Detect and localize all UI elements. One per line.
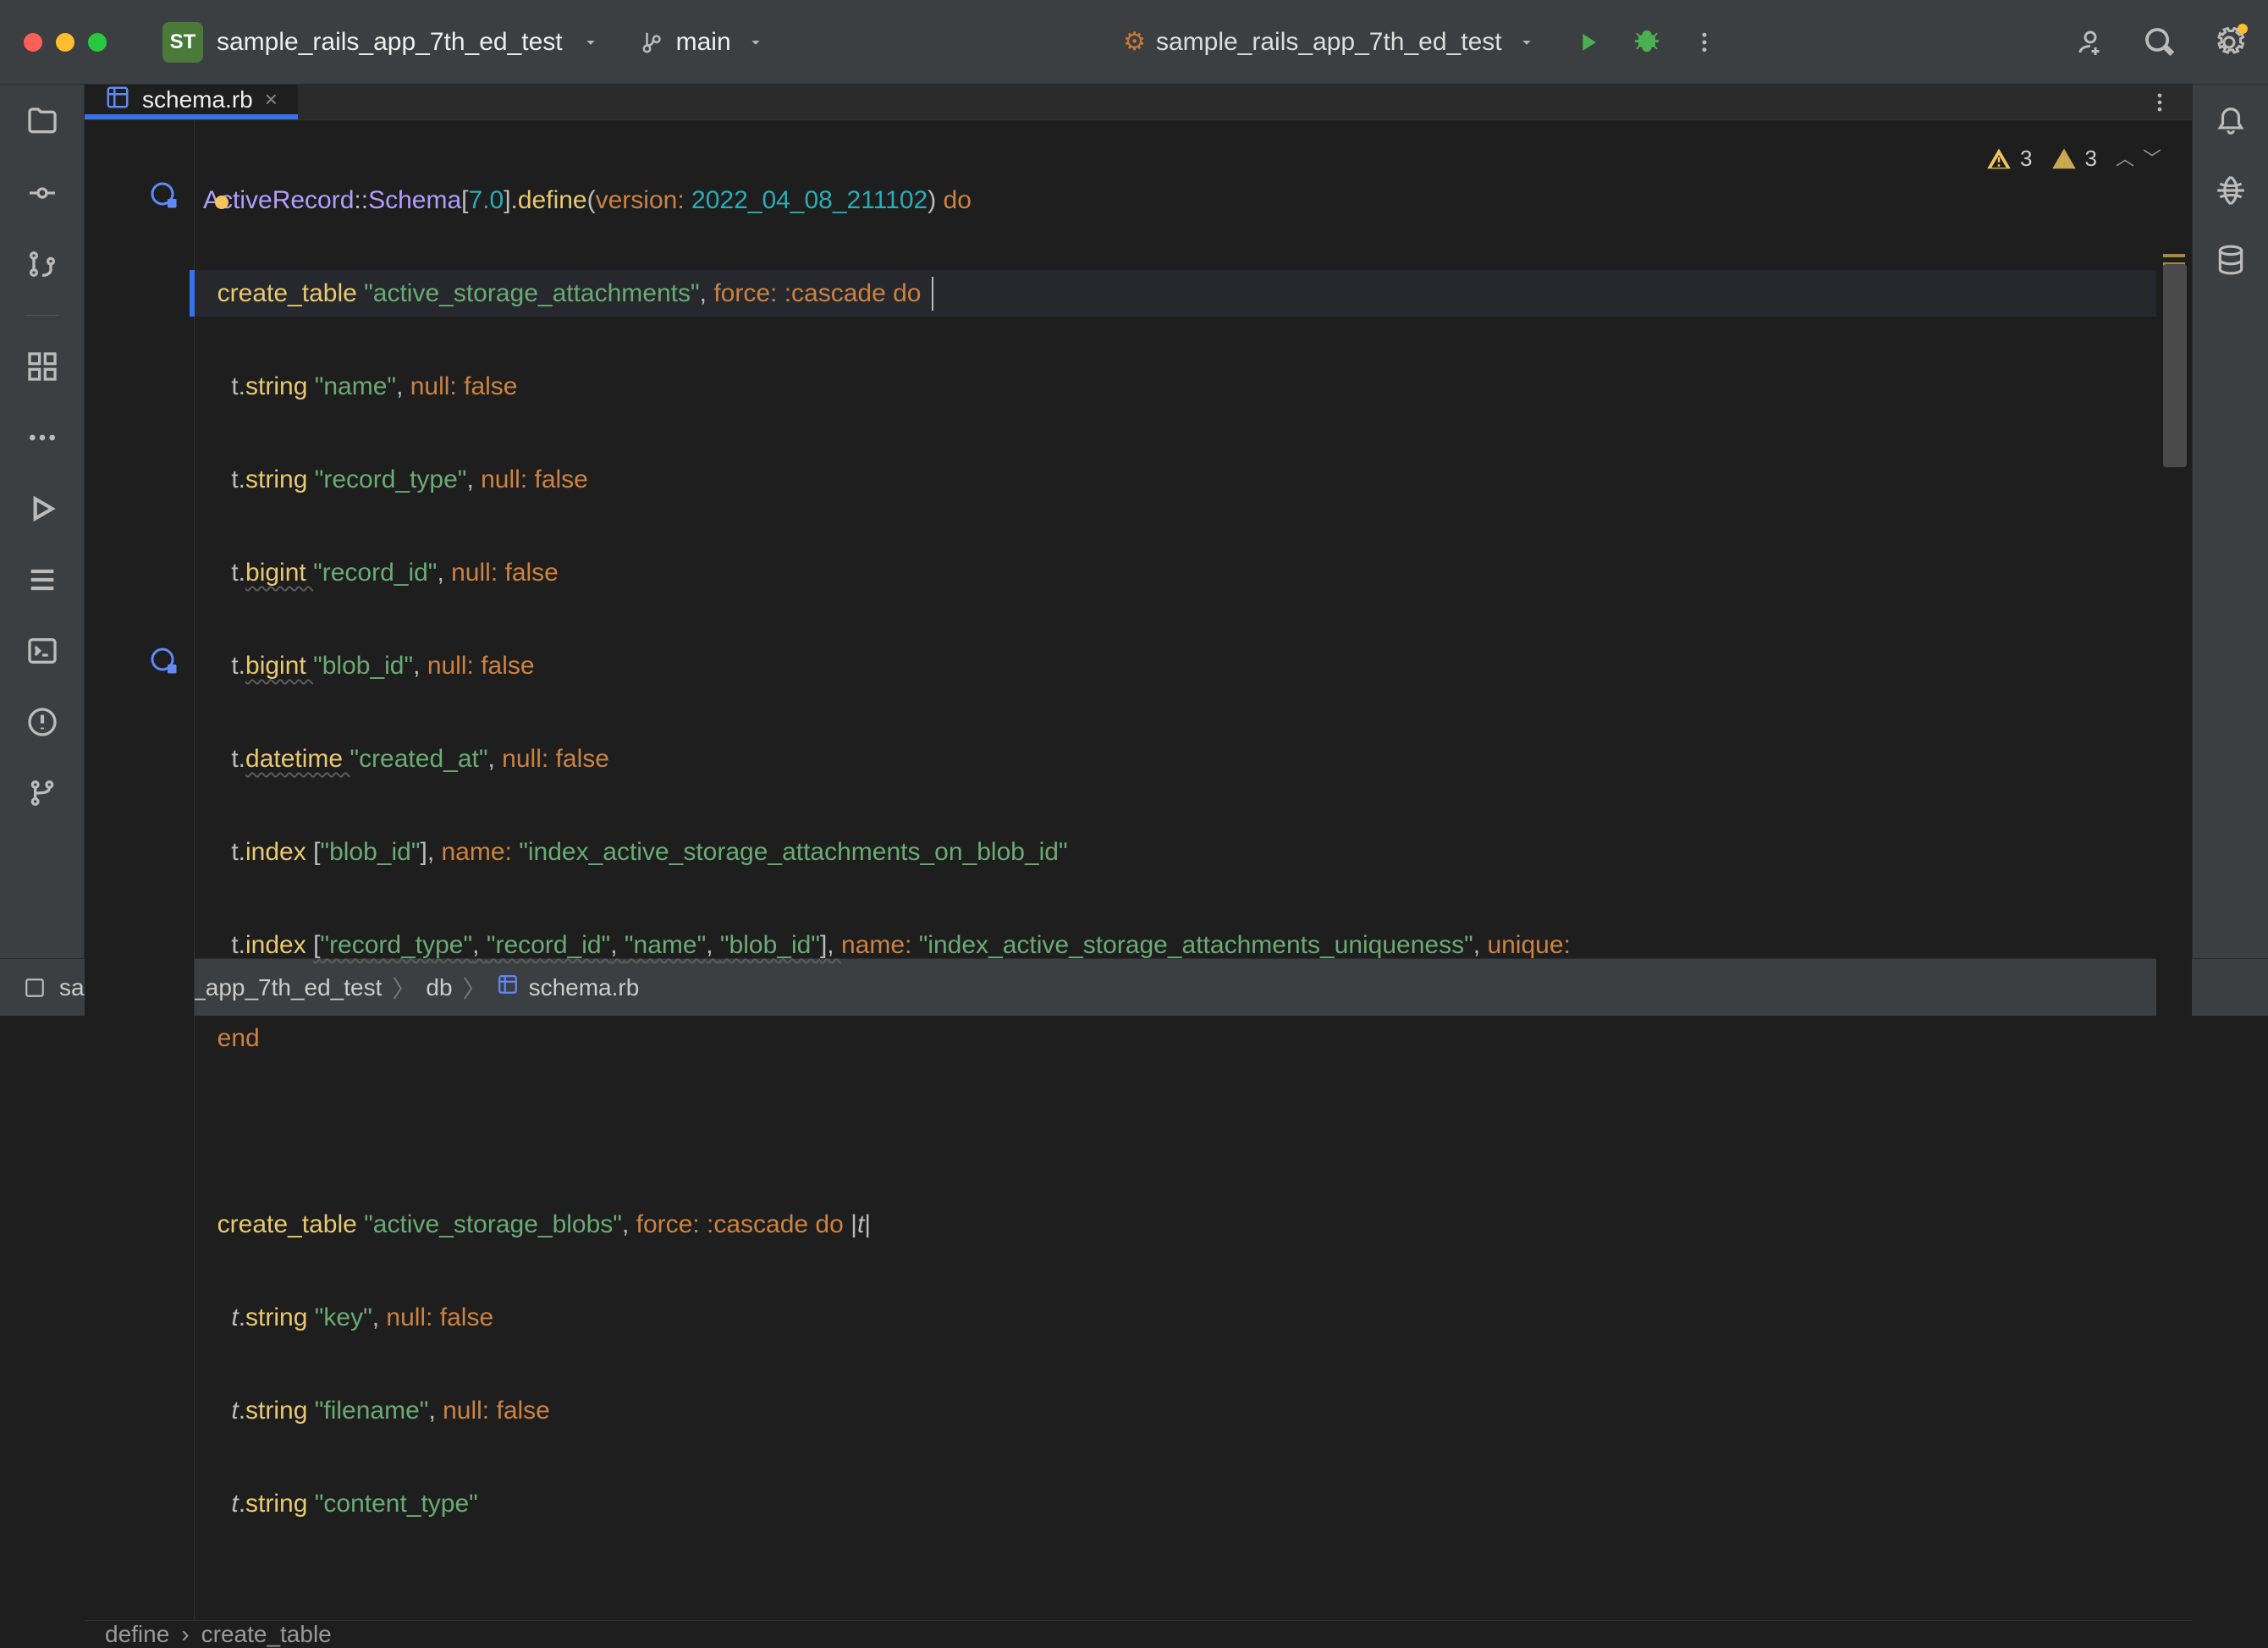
tab-options-button[interactable]: [2148, 91, 2172, 114]
commit-tool-button[interactable]: [25, 176, 59, 210]
search-everywhere-button[interactable]: [2144, 27, 2175, 58]
close-window-button[interactable]: [24, 33, 42, 52]
run-config-selector[interactable]: ⚙︎ sample_rails_app_7th_ed_test: [1123, 27, 1536, 57]
text-cursor: [932, 277, 933, 311]
chevron-down-icon: [1517, 33, 1536, 52]
pull-requests-tool-button[interactable]: [25, 247, 59, 281]
ai-assistant-tool-button[interactable]: [2215, 174, 2247, 207]
rails-icon: ⚙︎: [1123, 27, 1146, 57]
maximize-window-button[interactable]: [88, 33, 107, 52]
code-with-me-button[interactable]: [2075, 27, 2106, 58]
right-tool-rail: [2192, 85, 2268, 958]
problems-tool-button[interactable]: [25, 705, 59, 739]
editor-area: schema.rb × 3: [85, 85, 2192, 958]
structure-tool-button[interactable]: [25, 350, 59, 383]
version-control-tool-button[interactable]: [25, 776, 59, 810]
debug-button[interactable]: [1632, 28, 1661, 57]
editor-scrollbar[interactable]: [2156, 120, 2192, 1620]
settings-button[interactable]: [2214, 27, 2244, 58]
code-editor[interactable]: 3 3 ︿ ﹀ ActiveRecord::Schema[7.0].define…: [85, 120, 2192, 1620]
warning-count-2: 3: [2085, 135, 2097, 182]
vcs-branch-widget[interactable]: main: [641, 28, 765, 57]
project-badge[interactable]: ST: [162, 22, 203, 63]
titlebar: ST sample_rails_app_7th_ed_test main ⚙︎ …: [0, 0, 2268, 85]
error-stripe[interactable]: [2163, 254, 2185, 257]
minimize-window-button[interactable]: [56, 33, 74, 52]
tab-filename: schema.rb: [142, 86, 253, 113]
inspections-widget[interactable]: 3 3 ︿ ﹀: [1976, 130, 2172, 187]
branch-name: main: [676, 28, 731, 57]
run-config-name: sample_rails_app_7th_ed_test: [1156, 28, 1502, 57]
editor-tab-bar: schema.rb ×: [85, 85, 2192, 120]
next-highlight-button[interactable]: ﹀: [2143, 135, 2161, 182]
branch-icon: [641, 30, 666, 55]
left-tool-rail: [0, 85, 85, 958]
project-tool-button[interactable]: [25, 105, 59, 139]
tool-windows-toggle[interactable]: [24, 977, 46, 999]
more-actions-button[interactable]: [1692, 30, 1717, 55]
editor-gutter[interactable]: [85, 120, 195, 1620]
project-name[interactable]: sample_rails_app_7th_ed_test: [217, 28, 563, 57]
database-table-icon: [105, 85, 130, 114]
prev-highlight-button[interactable]: ︿: [2116, 135, 2134, 182]
file-tab-schema[interactable]: schema.rb ×: [85, 85, 298, 119]
breadcrumb-item[interactable]: define: [105, 1621, 169, 1648]
window-controls: [24, 33, 107, 52]
code-breadcrumb: define › create_table: [85, 1620, 2192, 1648]
warning-icon: [1986, 146, 2012, 172]
terminal-tool-button[interactable]: [25, 634, 59, 668]
navigate-icon[interactable]: [147, 643, 178, 674]
weak-warning-icon: [2051, 146, 2077, 172]
navigate-icon[interactable]: [147, 178, 178, 208]
more-tool-windows-button[interactable]: [25, 421, 59, 455]
project-initials: ST: [170, 30, 196, 54]
chevron-down-icon[interactable]: [746, 33, 765, 52]
run-tool-button[interactable]: [25, 492, 59, 526]
database-tool-button[interactable]: [2215, 244, 2247, 276]
breadcrumb-separator: ›: [181, 1621, 189, 1648]
code-content[interactable]: ActiveRecord::Schema[7.0].define(version…: [195, 120, 2192, 1620]
notifications-tool-button[interactable]: [2215, 105, 2247, 137]
warning-count-1: 3: [2020, 135, 2032, 182]
run-button[interactable]: [1573, 28, 1602, 57]
tab-close-button[interactable]: ×: [265, 86, 278, 113]
breadcrumb-item[interactable]: create_table: [201, 1621, 332, 1648]
todo-tool-button[interactable]: [25, 563, 59, 597]
chevron-down-icon[interactable]: [581, 33, 600, 52]
scrollbar-thumb[interactable]: [2163, 264, 2187, 467]
